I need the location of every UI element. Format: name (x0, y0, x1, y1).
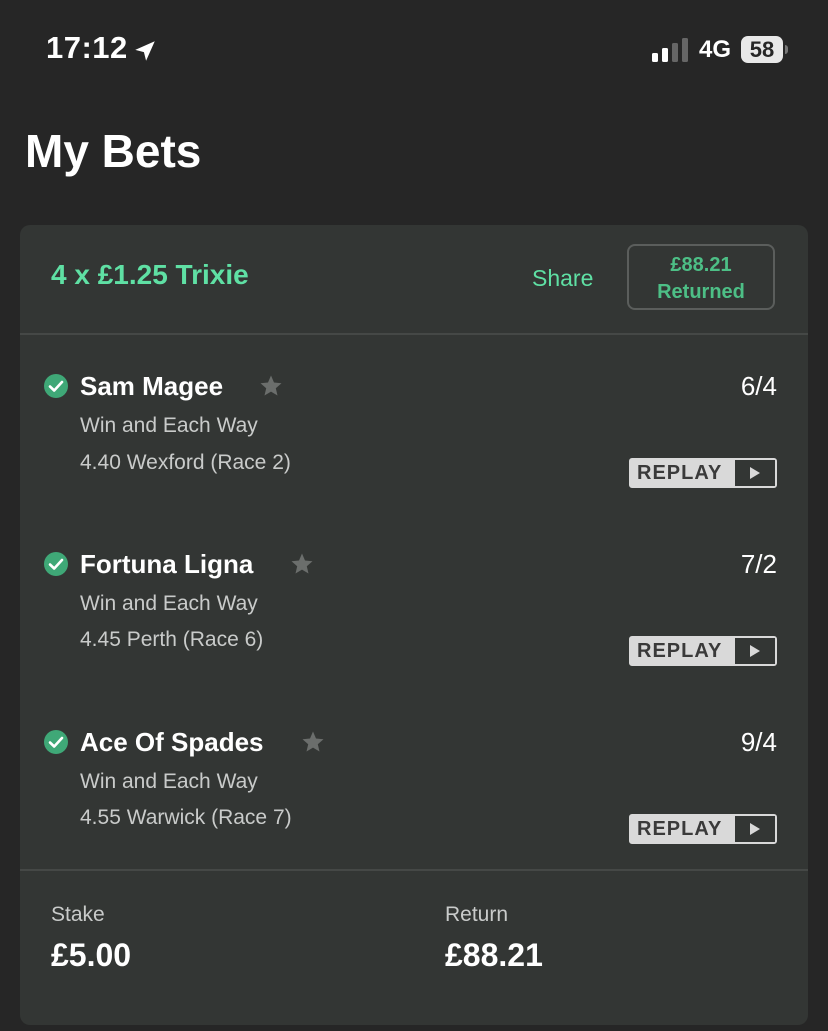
selection-name: Sam Magee (80, 371, 224, 401)
returned-label: Returned (657, 281, 745, 303)
bet-summary: Stake £5.00 Return £88.21 (20, 869, 808, 1031)
selection-odds: 6/4 (740, 371, 777, 401)
check-circle-icon (44, 730, 68, 754)
stake-value: £5.00 (51, 937, 132, 973)
bet-title: 4 x £1.25 Trixie (51, 259, 249, 290)
share-button[interactable]: Share (532, 265, 593, 292)
selection-odds: 9/4 (740, 727, 777, 757)
selection-race: 4.55 Warwick (Race 7) (80, 806, 292, 829)
location-arrow-icon (135, 41, 155, 61)
selection-race: 4.45 Perth (Race 6) (80, 628, 264, 651)
returned-amount: £88.21 (670, 254, 732, 276)
play-icon (733, 816, 775, 842)
star-icon[interactable] (301, 730, 325, 754)
check-circle-icon (44, 552, 68, 576)
bet-card: 4 x £1.25 Trixie Share £88.21 Returned S… (20, 225, 808, 1025)
star-icon[interactable] (259, 374, 283, 398)
replay-button[interactable]: REPLAY (629, 458, 777, 488)
replay-label: REPLAY (637, 818, 723, 840)
returned-badge: £88.21 Returned (627, 244, 775, 310)
network-type: 4G (699, 36, 732, 63)
status-bar: 17:12 4G 58 (0, 0, 828, 100)
signal-icon (652, 38, 688, 62)
selection-name: Fortuna Ligna (80, 549, 254, 579)
selection-odds: 7/2 (740, 549, 777, 579)
selection-name: Ace Of Spades (80, 727, 264, 757)
star-icon[interactable] (290, 552, 314, 576)
stake-label: Stake (51, 903, 105, 926)
replay-label: REPLAY (637, 640, 723, 662)
play-icon (733, 460, 775, 486)
page-title: My Bets (25, 125, 202, 177)
selection-race: 4.40 Wexford (Race 2) (80, 451, 291, 474)
battery-icon: 58 (741, 36, 788, 63)
return-value: £88.21 (445, 937, 543, 973)
selection-market: Win and Each Way (80, 592, 258, 615)
battery-level: 58 (749, 37, 775, 62)
selection-market: Win and Each Way (80, 770, 258, 793)
replay-label: REPLAY (637, 462, 723, 484)
return-label: Return (445, 903, 509, 926)
replay-button[interactable]: REPLAY (629, 814, 777, 844)
selection-market: Win and Each Way (80, 414, 258, 437)
replay-button[interactable]: REPLAY (629, 636, 777, 666)
status-time: 17:12 (46, 30, 128, 65)
play-icon (733, 638, 775, 664)
bet-card-header: 4 x £1.25 Trixie Share £88.21 Returned (20, 225, 808, 335)
check-circle-icon (44, 374, 68, 398)
